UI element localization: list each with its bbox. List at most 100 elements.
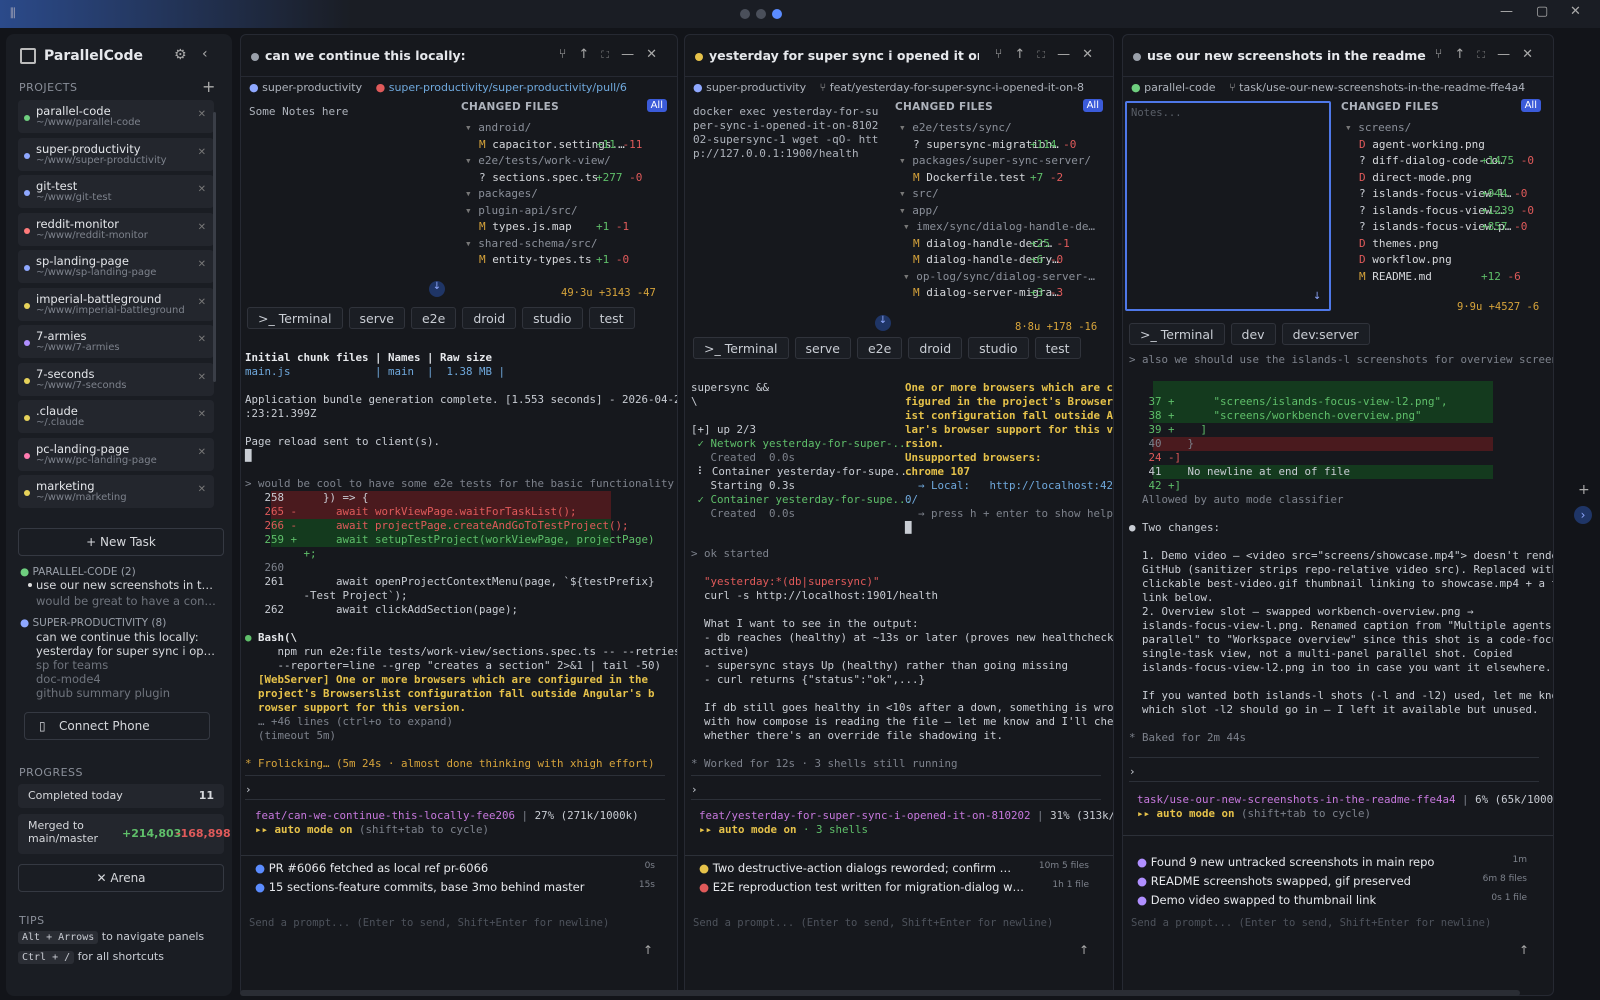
- close-project-icon[interactable]: ✕: [198, 147, 206, 158]
- changed-file-item[interactable]: ▾ imex/sync/dialog-handle-de…: [903, 220, 1095, 233]
- close-project-icon[interactable]: ✕: [198, 184, 206, 195]
- terminal-tab[interactable]: test: [588, 307, 635, 329]
- close-window-icon[interactable]: ✕: [1570, 4, 1581, 19]
- changed-file-item[interactable]: ▾ op-log/sync/dialog-server-…: [903, 270, 1095, 283]
- project-item[interactable]: marketing ~/www/marketing ✕: [18, 475, 214, 508]
- changed-file-item[interactable]: ▾ src/: [899, 187, 939, 200]
- terminal-tab[interactable]: test: [1034, 337, 1081, 359]
- scroll-down-icon[interactable]: ↓: [429, 281, 445, 297]
- terminal-tab[interactable]: e2e: [856, 337, 903, 359]
- changed-file-item[interactable]: ▾ e2e/tests/sync/: [899, 121, 1012, 134]
- project-item[interactable]: imperial-battleground ~/www/imperial-batt…: [18, 287, 214, 321]
- changed-file-item[interactable]: ▾ e2e/tests/work-view/: [465, 154, 611, 167]
- notes-box[interactable]: Notes... ↓: [1125, 101, 1331, 311]
- project-item[interactable]: reddit-monitor ~/www/reddit-monitor ✕: [18, 212, 214, 246]
- task-item[interactable]: would be great to have a con…: [36, 594, 216, 608]
- task-item[interactable]: use our new screenshots in t…: [28, 578, 213, 592]
- panel-actions[interactable]: ⑂↑⛶—✕: [559, 47, 669, 62]
- changed-file-item[interactable]: M types.js.map +1 -1: [479, 220, 629, 233]
- close-project-icon[interactable]: ✕: [198, 372, 206, 383]
- projects-scrollbar[interactable]: [213, 112, 216, 382]
- changed-file-item[interactable]: ? islands-focus-view-… +1239 -0: [1359, 204, 1534, 217]
- changed-file-item[interactable]: D direct-mode.png: [1359, 171, 1472, 184]
- changed-file-item[interactable]: ▾ packages/: [465, 187, 538, 200]
- scroll-down-icon[interactable]: ↓: [1313, 291, 1321, 302]
- changed-file-item[interactable]: D themes.png: [1359, 237, 1438, 250]
- close-project-icon[interactable]: ✕: [198, 259, 206, 270]
- changed-file-item[interactable]: M dialog-handle-decr… +25 -1: [913, 237, 1070, 250]
- panel-actions[interactable]: ⑂↑⛶—✕: [1435, 47, 1545, 62]
- horizontal-scrollbar[interactable]: [240, 990, 1520, 996]
- prompt-input[interactable]: Send a prompt... (Enter to send, Shift+E…: [249, 917, 609, 929]
- send-icon[interactable]: ↑: [1079, 943, 1089, 957]
- workspace-dot[interactable]: [756, 9, 766, 19]
- changed-file-item[interactable]: ▾ plugin-api/src/: [465, 204, 578, 217]
- changed-file-item[interactable]: ? islands-focus-view-l… +944 -0: [1359, 187, 1527, 200]
- project-item[interactable]: pc-landing-page ~/www/pc-landing-page ✕: [18, 437, 214, 471]
- add-panel-icon[interactable]: +: [1578, 482, 1590, 498]
- close-project-icon[interactable]: ✕: [198, 409, 206, 420]
- terminal-tab[interactable]: studio: [968, 337, 1029, 359]
- terminal-tab[interactable]: serve: [348, 307, 405, 329]
- collapse-sidebar-icon[interactable]: ‹: [202, 46, 208, 62]
- project-item[interactable]: 7-seconds ~/www/7-seconds ✕: [18, 362, 214, 396]
- changed-file-item[interactable]: M capacitor.settings.… +11 -11: [479, 138, 642, 151]
- next-panel-icon[interactable]: ›: [1574, 506, 1592, 524]
- minimize-icon[interactable]: —: [1500, 4, 1513, 19]
- terminal-tab[interactable]: dev: [1230, 323, 1276, 345]
- close-project-icon[interactable]: ✕: [198, 297, 206, 308]
- task-item[interactable]: can we continue this locally:: [36, 630, 199, 644]
- terminal-output-right[interactable]: One or more browsers which are con figur…: [905, 367, 1113, 549]
- project-item[interactable]: git-test ~/www/git-test ✕: [18, 175, 214, 208]
- changed-file-item[interactable]: ? diff-dialog-code-co… +1475 -0: [1359, 154, 1534, 167]
- task-item[interactable]: doc-mode4: [36, 672, 101, 686]
- activity-item[interactable]: ● PR #6066 fetched as local ref pr-6066 0…: [255, 861, 655, 875]
- changed-file-item[interactable]: M Dockerfile.test +7 -2: [913, 171, 1063, 184]
- close-project-icon[interactable]: ✕: [198, 484, 206, 495]
- terminal-tab[interactable]: >_ Terminal: [1129, 323, 1225, 345]
- send-icon[interactable]: ↑: [643, 943, 653, 957]
- terminal-tab[interactable]: serve: [794, 337, 851, 359]
- task-item[interactable]: yesterday for super sync i op…: [36, 644, 215, 658]
- terminal-tab[interactable]: >_ Terminal: [693, 337, 789, 359]
- changed-file-item[interactable]: ? islands-focus-view.p… +857 -0: [1359, 220, 1527, 233]
- task-item[interactable]: sp for teams: [36, 658, 108, 672]
- activity-item[interactable]: ● E2E reproduction test written for migr…: [699, 880, 1089, 894]
- project-item[interactable]: 7-armies ~/www/7-armies ✕: [18, 325, 214, 358]
- connect-phone-button[interactable]: ▯ Connect Phone: [24, 712, 210, 740]
- terminal-tab[interactable]: studio: [522, 307, 583, 329]
- close-project-icon[interactable]: ✕: [198, 447, 206, 458]
- changed-file-item[interactable]: M README.md +12 -6: [1359, 270, 1521, 283]
- changed-file-item[interactable]: ? supersync-migration… +114 -0: [913, 138, 1076, 151]
- project-item[interactable]: super-productivity ~/www/super-productivi…: [18, 137, 214, 171]
- changed-file-item[interactable]: D agent-working.png: [1359, 138, 1485, 151]
- activity-item[interactable]: ● Demo video swapped to thumbnail link 0s…: [1137, 893, 1527, 907]
- terminal-tab[interactable]: droid: [908, 337, 963, 359]
- add-project-icon[interactable]: +: [202, 77, 215, 96]
- prompt-input[interactable]: Send a prompt... (Enter to send, Shift+E…: [693, 917, 1053, 929]
- project-item[interactable]: sp-landing-page ~/www/sp-landing-page ✕: [18, 250, 214, 283]
- all-toggle[interactable]: All: [646, 99, 667, 112]
- notes-area[interactable]: Some Notes here: [249, 105, 348, 118]
- changed-file-item[interactable]: M dialog-server-migra… +3 -3: [913, 286, 1063, 299]
- changed-file-item[interactable]: M dialog-handle-decry… +6 -0: [913, 253, 1063, 266]
- all-toggle[interactable]: All: [1082, 99, 1103, 112]
- terminal-tab[interactable]: droid: [462, 307, 517, 329]
- changed-file-item[interactable]: ▾ app/: [899, 204, 939, 217]
- changed-file-item[interactable]: ? sections.spec.ts +277 -0: [479, 171, 642, 184]
- prompt-input[interactable]: Send a prompt... (Enter to send, Shift+E…: [1131, 917, 1491, 929]
- close-project-icon[interactable]: ✕: [198, 222, 206, 233]
- activity-item[interactable]: ● Found 9 new untracked screenshots in m…: [1137, 855, 1527, 869]
- project-item[interactable]: parallel-code ~/www/parallel-code ✕: [18, 100, 214, 133]
- task-item[interactable]: github summary plugin: [36, 686, 170, 700]
- project-item[interactable]: .claude ~/.claude ✕: [18, 400, 214, 433]
- settings-gear-icon[interactable]: ⚙: [174, 47, 187, 63]
- terminal-tab[interactable]: >_ Terminal: [247, 307, 343, 329]
- terminal-tab[interactable]: e2e: [410, 307, 457, 329]
- notes-area[interactable]: docker exec yesterday-for-super-sync-i-o…: [693, 105, 883, 161]
- scroll-down-icon[interactable]: ↓: [875, 315, 891, 331]
- send-icon[interactable]: ↑: [1519, 943, 1529, 957]
- changed-file-item[interactable]: ▾ screens/: [1345, 121, 1411, 134]
- close-project-icon[interactable]: ✕: [198, 334, 206, 345]
- all-toggle[interactable]: All: [1520, 99, 1541, 112]
